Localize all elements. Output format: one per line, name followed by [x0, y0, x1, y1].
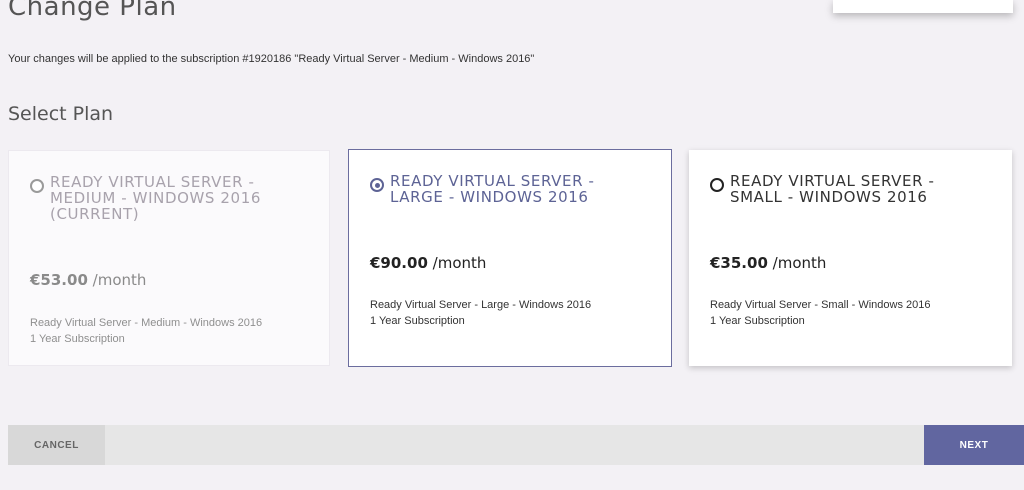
radio-button-unchecked[interactable]	[710, 178, 724, 192]
plan-term: 1 Year Subscription	[710, 315, 805, 327]
section-title: Select Plan	[8, 103, 114, 125]
price-period: /month	[432, 254, 487, 272]
cancel-button[interactable]: Cancel	[8, 425, 105, 465]
price-amount: €35.00	[710, 254, 768, 272]
plan-card-medium-current[interactable]: Ready Virtual Server - Medium - Windows …	[8, 150, 330, 366]
plan-price: €53.00 /month	[30, 271, 146, 289]
plan-name: Ready Virtual Server - Small - Windows 2…	[730, 172, 935, 206]
plan-term: 1 Year Subscription	[370, 315, 465, 327]
plan-price: €90.00 /month	[370, 254, 486, 272]
plan-description: Ready Virtual Server - Medium - Windows …	[30, 315, 262, 347]
next-button[interactable]: Next	[924, 425, 1024, 465]
plan-description: Ready Virtual Server - Large - Windows 2…	[370, 297, 591, 329]
footer-bar	[8, 425, 1024, 465]
price-amount: €90.00	[370, 254, 428, 272]
subscription-notice: Your changes will be applied to the subs…	[8, 53, 535, 65]
plan-name: Ready Virtual Server - Large - Windows 2…	[390, 172, 595, 206]
plan-description-line: Ready Virtual Server - Medium - Windows …	[30, 317, 263, 329]
plan-card-small[interactable]: Ready Virtual Server - Small - Windows 2…	[689, 150, 1012, 366]
price-period: /month	[92, 271, 147, 289]
radio-button-checked[interactable]	[370, 178, 384, 192]
price-period: /month	[772, 254, 827, 272]
plan-description-line: Ready Virtual Server - Large - Windows 2…	[370, 299, 592, 311]
plan-price: €35.00 /month	[710, 254, 826, 272]
popup-card	[833, 0, 1013, 13]
plan-description-line: Ready Virtual Server - Small - Windows 2…	[710, 299, 931, 311]
plan-term: 1 Year Subscription	[30, 333, 125, 345]
plan-description: Ready Virtual Server - Small - Windows 2…	[710, 297, 931, 329]
plan-card-large-selected[interactable]: Ready Virtual Server - Large - Windows 2…	[348, 149, 672, 367]
price-amount: €53.00	[30, 271, 88, 289]
plan-name: Ready Virtual Server - Medium - Windows …	[50, 173, 261, 223]
radio-button-unchecked[interactable]	[30, 179, 44, 193]
page-title: Change Plan	[8, 0, 177, 22]
